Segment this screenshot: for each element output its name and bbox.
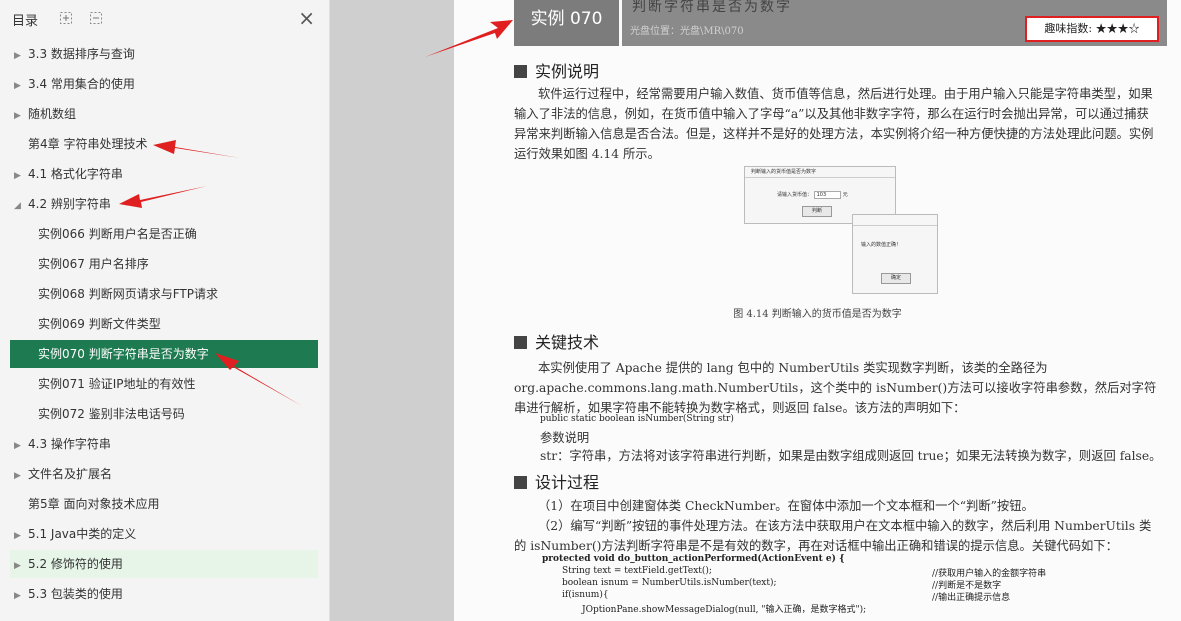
toc-item-label: 实例069 判断文件类型 xyxy=(38,317,161,331)
code-line-4: if(isnum){ xyxy=(562,590,609,600)
toc-item-label: 5.1 Java中类的定义 xyxy=(28,527,137,541)
example-badge: 实例 070 xyxy=(514,0,619,46)
toc-item[interactable]: 第4章 字符串处理技术 xyxy=(10,130,318,158)
toc-item-label: 实例066 判断用户名是否正确 xyxy=(38,227,197,241)
expand-arrow-icon[interactable]: ▶ xyxy=(14,102,28,130)
toc-item-label: 5.3 包装类的使用 xyxy=(28,587,123,601)
toc-item-label: 实例072 鉴别非法电话号码 xyxy=(38,407,185,421)
toc-item[interactable]: ▶ 4.1 格式化字符串 xyxy=(10,160,318,188)
expand-arrow-icon[interactable]: ▶ xyxy=(14,522,28,550)
code-line-1: protected void do_button_actionPerformed… xyxy=(542,554,845,564)
code-line-2: String text = textField.getText(); xyxy=(562,566,712,576)
toc-item[interactable]: ▶ 5.2 修饰符的使用 xyxy=(10,550,318,578)
param-text: str：字符串，方法将对该字符串进行判断，如果是由数字组成则返回 true；如果… xyxy=(540,449,1162,463)
toc-item[interactable]: 实例072 鉴别非法电话号码 xyxy=(10,400,318,428)
expand-arrow-icon[interactable]: ▶ xyxy=(14,72,28,100)
expand-icon[interactable] xyxy=(60,12,72,24)
toc-item[interactable]: 实例068 判断网页请求与FTP请求 xyxy=(10,280,318,308)
document-page: 实例 070 判断字符串是否为数字 光盘位置：光盘\MR\070 趣味指数: ★… xyxy=(454,0,1181,621)
expand-arrow-icon[interactable]: ◢ xyxy=(14,192,28,220)
fun-index-label: 趣味指数: xyxy=(1044,22,1093,35)
toc-item-label: 5.2 修饰符的使用 xyxy=(28,557,123,571)
close-icon[interactable]: × xyxy=(298,8,315,28)
expand-arrow-icon[interactable]: ▶ xyxy=(14,162,28,190)
disc-location: 光盘位置：光盘\MR\070 xyxy=(630,26,744,37)
figure-screenshot: 判断输入的货币值是否为数字 请输入货币值： 103 元 判断 输入的数值正确！ … xyxy=(744,166,938,296)
fun-index: 趣味指数: ★★★☆ xyxy=(1025,16,1159,42)
design-step-2: （2）编写“判断”按钮的事件处理方法。在该方法中获取用户在文本框中输入的数字，然… xyxy=(514,519,1152,553)
page-gutter xyxy=(330,0,454,621)
toc-item[interactable]: 第5章 面向对象技术应用 xyxy=(10,490,318,518)
code-line-5: JOptionPane.showMessageDialog(null, "输入正… xyxy=(582,605,867,615)
section-design-title: 设计过程 xyxy=(514,469,599,493)
toc-header: 目录 × xyxy=(0,0,329,38)
toc-item-label: 3.3 数据排序与查询 xyxy=(28,47,135,61)
code-line-3: boolean isnum = NumberUtils.isNumber(tex… xyxy=(562,578,777,588)
toc-item[interactable]: 实例071 验证IP地址的有效性 xyxy=(10,370,318,398)
description-paragraph: 软件运行过程中，经常需要用户输入数值、货币值等信息，然后进行处理。由于用户输入只… xyxy=(514,87,1154,161)
toc-item-label: 实例067 用户名排序 xyxy=(38,257,149,271)
toc-item-label: 随机数组 xyxy=(28,107,77,121)
toc-item[interactable]: ◢ 4.2 辨别字符串 xyxy=(10,190,318,218)
toc-item[interactable]: 实例069 判断文件类型 xyxy=(10,310,318,338)
toc-item[interactable]: ▶ 3.4 常用集合的使用 xyxy=(10,70,318,98)
collapse-icon[interactable] xyxy=(90,12,102,24)
example-title: 判断字符串是否为数字 xyxy=(632,0,792,15)
design-step-1: （1）在项目中创建窗体类 CheckNumber。在窗体中添加一个文本框和一个“… xyxy=(538,499,1034,513)
toc-item[interactable]: 实例070 判断字符串是否为数字 xyxy=(10,340,318,368)
expand-arrow-icon[interactable]: ▶ xyxy=(14,582,28,610)
toc-item-label: 第5章 面向对象技术应用 xyxy=(28,497,160,511)
expand-arrow-icon[interactable]: ▶ xyxy=(14,432,28,460)
toc-item-label: 3.4 常用集合的使用 xyxy=(28,77,135,91)
section-description-title: 实例说明 xyxy=(514,58,599,82)
toc-item-label: 实例068 判断网页请求与FTP请求 xyxy=(38,287,218,301)
toc-item[interactable]: ▶ 随机数组 xyxy=(10,100,318,128)
expand-arrow-icon[interactable]: ▶ xyxy=(14,42,28,70)
expand-arrow-icon[interactable]: ▶ xyxy=(14,462,28,490)
toc-item-label: 4.1 格式化字符串 xyxy=(28,167,123,181)
toc-item-label: 实例071 验证IP地址的有效性 xyxy=(38,377,196,391)
toc-item[interactable]: ▶ 5.3 包装类的使用 xyxy=(10,580,318,608)
toc-item-label: 第4章 字符串处理技术 xyxy=(28,137,148,151)
toc-item-label: 文件名及扩展名 xyxy=(28,467,113,481)
figure-window-message: 输入的数值正确！ 确定 xyxy=(852,214,938,294)
toc-item-label: 4.2 辨别字符串 xyxy=(28,197,111,211)
toc-item[interactable]: 实例067 用户名排序 xyxy=(10,250,318,278)
method-declaration: public static boolean isNumber(String st… xyxy=(540,414,734,424)
toc-sidebar: 目录 × ▶ 3.3 数据排序与查询 ▶ 3.4 常用集合的使用 ▶ 随机数组 第4章 字符… xyxy=(0,0,330,621)
toc-item[interactable]: ▶ 4.3 操作字符串 xyxy=(10,430,318,458)
star-rating-icon: ★★★☆ xyxy=(1095,22,1140,35)
param-title: 参数说明 xyxy=(540,431,590,445)
toc-item[interactable]: ▶ 文件名及扩展名 xyxy=(10,460,318,488)
expand-arrow-icon[interactable]: ▶ xyxy=(14,552,28,580)
section-key-tech-title: 关键技术 xyxy=(514,329,599,353)
key-tech-paragraph: 本实例使用了 Apache 提供的 lang 包中的 NumberUtils 类… xyxy=(514,361,1157,415)
toc-item[interactable]: 实例066 判断用户名是否正确 xyxy=(10,220,318,248)
toc-item[interactable]: ▶ 3.3 数据排序与查询 xyxy=(10,40,318,68)
toc-item-label: 实例070 判断字符串是否为数字 xyxy=(38,347,209,361)
toc-item-label: 4.3 操作字符串 xyxy=(28,437,111,451)
toc-item[interactable]: ▶ 5.1 Java中类的定义 xyxy=(10,520,318,548)
toc-title: 目录 xyxy=(12,13,39,29)
code-comment-3: //输出正确提示信息 xyxy=(932,593,1011,603)
figure-caption: 图 4.14 判断输入的货币值是否为数字 xyxy=(733,309,902,320)
